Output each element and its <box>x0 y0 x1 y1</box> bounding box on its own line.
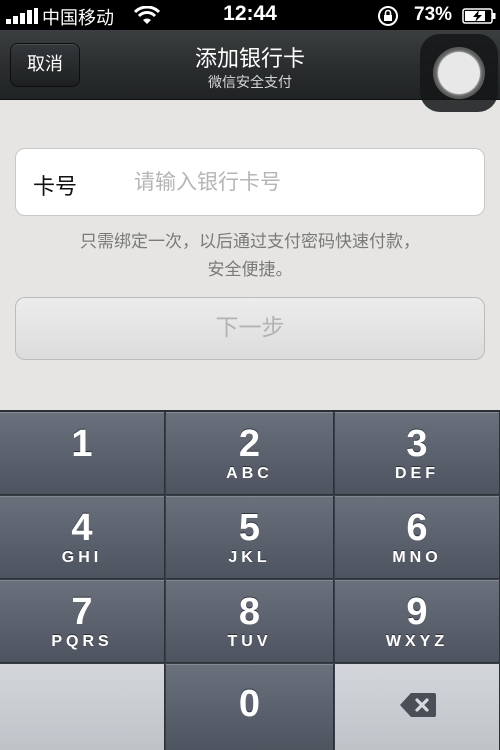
card-number-label: 卡号 <box>33 175 78 200</box>
delete-key[interactable] <box>335 664 500 750</box>
hint-line-1: 只需绑定一次，以后通过支付密码快速付款， <box>80 232 420 252</box>
card-number-field: 卡号 <box>15 148 485 216</box>
assistive-touch-dot <box>438 52 480 94</box>
assistive-touch-button[interactable] <box>420 34 498 112</box>
battery-percentage: 73% <box>414 4 453 25</box>
key-2[interactable]: 2 ABC <box>166 412 334 495</box>
hint-line-2: 安全便捷。 <box>207 260 293 280</box>
key-digit: 4 <box>71 507 93 549</box>
key-6[interactable]: 6 MNO <box>335 496 500 579</box>
rotation-lock-icon <box>378 6 398 26</box>
key-blank <box>0 664 165 750</box>
key-3[interactable]: 3 DEF <box>335 412 500 495</box>
navigation-bar: 取消 添加银行卡 微信安全支付 <box>0 30 500 112</box>
key-5[interactable]: 5 JKL <box>166 496 334 579</box>
key-letters: JKL <box>228 549 271 566</box>
key-4[interactable]: 4 GHI <box>0 496 165 579</box>
status-bar: 中国移动 12:44 73% <box>0 0 500 30</box>
key-digit: 3 <box>406 423 428 465</box>
binding-hint: 只需绑定一次，以后通过支付密码快速付款， 安全便捷。 <box>20 228 480 284</box>
key-digit: 2 <box>238 423 261 465</box>
backspace-icon <box>400 693 436 717</box>
key-9[interactable]: 9 WXYZ <box>335 580 500 663</box>
key-letters: DEF <box>395 465 439 482</box>
key-digit: 8 <box>238 591 261 633</box>
key-letters: WXYZ <box>385 633 449 650</box>
card-number-input[interactable] <box>134 159 474 205</box>
key-letters: PQRS <box>51 633 113 650</box>
key-digit: 9 <box>406 591 428 633</box>
key-letters: GHI <box>61 549 103 566</box>
key-0[interactable]: 0 <box>166 664 334 750</box>
battery-charging-icon <box>462 8 496 24</box>
key-digit: 5 <box>238 507 261 549</box>
key-digit: 6 <box>406 507 428 549</box>
key-digit: 7 <box>71 591 93 633</box>
next-step-button[interactable]: 下一步 <box>15 297 485 360</box>
key-1[interactable]: 1 <box>0 412 165 495</box>
key-7[interactable]: 7 PQRS <box>0 580 165 663</box>
key-letters: ABC <box>226 465 273 482</box>
numeric-keypad: 1 2 ABC 3 DEF 4 GHI 5 JKL 6 MNO 7 PQRS 8… <box>0 410 500 750</box>
key-letters: MNO <box>392 549 442 566</box>
key-8[interactable]: 8 TUV <box>166 580 334 663</box>
key-digit: 1 <box>71 423 93 465</box>
key-digit: 0 <box>238 683 261 725</box>
key-letters: TUV <box>227 633 272 650</box>
